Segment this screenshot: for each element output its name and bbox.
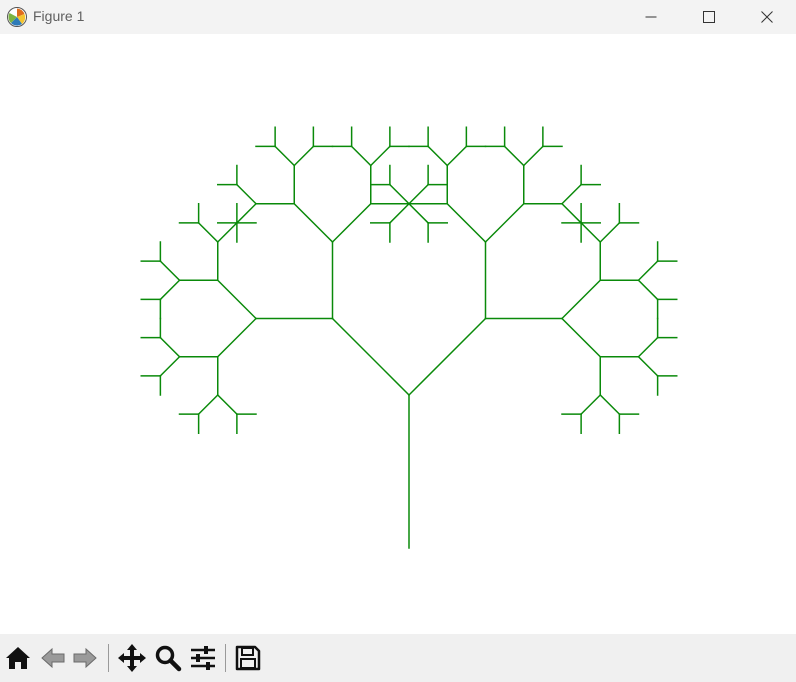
minimize-button[interactable] [622, 0, 680, 34]
toolbar-separator [108, 644, 109, 672]
pan-move-icon [118, 644, 146, 672]
forward-arrow-icon [73, 647, 97, 669]
tree-branch-level-5 [522, 145, 544, 167]
tree-branch-level-5 [274, 145, 296, 167]
tree-branch-level-5 [580, 393, 602, 416]
tree-branch-level-5 [388, 183, 411, 205]
tree-branch-level-3 [560, 279, 602, 320]
tree-branch-level-5 [197, 393, 219, 416]
zoom-magnifier-icon [155, 645, 182, 672]
tree-branch-level-3 [484, 202, 525, 244]
tree-branch-level-5 [235, 202, 258, 224]
tree-branch-level-5 [637, 279, 659, 301]
zoom-button[interactable] [152, 642, 184, 674]
tree-branch-level-5 [560, 183, 583, 205]
configure-subplots-icon [191, 646, 215, 670]
window-titlebar: Figure 1 [0, 0, 796, 34]
tree-branch-level-3 [216, 317, 258, 358]
tree-branch-level-5 [159, 336, 181, 358]
home-icon [6, 647, 30, 669]
forward-button[interactable] [69, 642, 101, 674]
tree-branch-level-5 [293, 145, 315, 167]
maximize-icon [703, 11, 715, 23]
tree-branch-level-3 [216, 279, 258, 320]
tree-branch-level-5 [427, 145, 449, 167]
save-button[interactable] [232, 642, 264, 674]
tree-branch-level-5 [216, 393, 238, 416]
back-arrow-icon [41, 647, 65, 669]
configure-subplots-button[interactable] [187, 642, 219, 674]
tree-branch-level-5 [350, 145, 372, 167]
tree-branch-level-5 [216, 221, 238, 244]
close-button[interactable] [738, 0, 796, 34]
tree-branch-level-5 [369, 145, 391, 167]
tree-branch-level-5 [599, 221, 621, 244]
tree-branch-level-5 [599, 393, 621, 416]
tree-branch-level-1 [331, 317, 411, 397]
tree-branch-level-1 [407, 317, 487, 397]
tree-branch-level-3 [331, 202, 372, 244]
minimize-icon [645, 16, 657, 18]
matplotlib-figure-icon [7, 7, 27, 27]
tree-branch-level-5 [159, 355, 181, 377]
tree-branch-level-5 [503, 145, 525, 167]
tree-branch-level-3 [560, 317, 602, 358]
tree-branch-level-5 [580, 221, 602, 244]
tree-branch-level-5 [159, 279, 181, 301]
save-floppy-icon [235, 645, 261, 671]
tree-branch-level-3 [293, 202, 334, 244]
tree-branch-level-5 [560, 202, 583, 224]
tree-branch-level-5 [637, 355, 659, 377]
toolbar-separator [225, 644, 226, 672]
navigation-toolbar [0, 634, 796, 682]
pan-button[interactable] [116, 642, 148, 674]
maximize-button[interactable] [680, 0, 738, 34]
fractal-tree-plot [140, 126, 678, 549]
tree-branch-level-5 [407, 202, 430, 224]
tree-branch-level-5 [197, 221, 219, 244]
tree-branch-level-5 [407, 183, 430, 205]
back-button[interactable] [37, 642, 69, 674]
tree-branch-level-5 [388, 202, 411, 224]
close-icon [761, 11, 773, 23]
tree-branch-level-5 [637, 260, 659, 282]
figure-canvas[interactable] [0, 34, 796, 634]
tree-branch-level-5 [159, 260, 181, 282]
tree-branch-level-3 [446, 202, 487, 244]
home-button[interactable] [2, 642, 34, 674]
tree-branch-level-5 [637, 336, 659, 358]
window-title: Figure 1 [33, 8, 85, 24]
tree-branch-level-5 [446, 145, 468, 167]
tree-branch-level-5 [235, 183, 258, 205]
